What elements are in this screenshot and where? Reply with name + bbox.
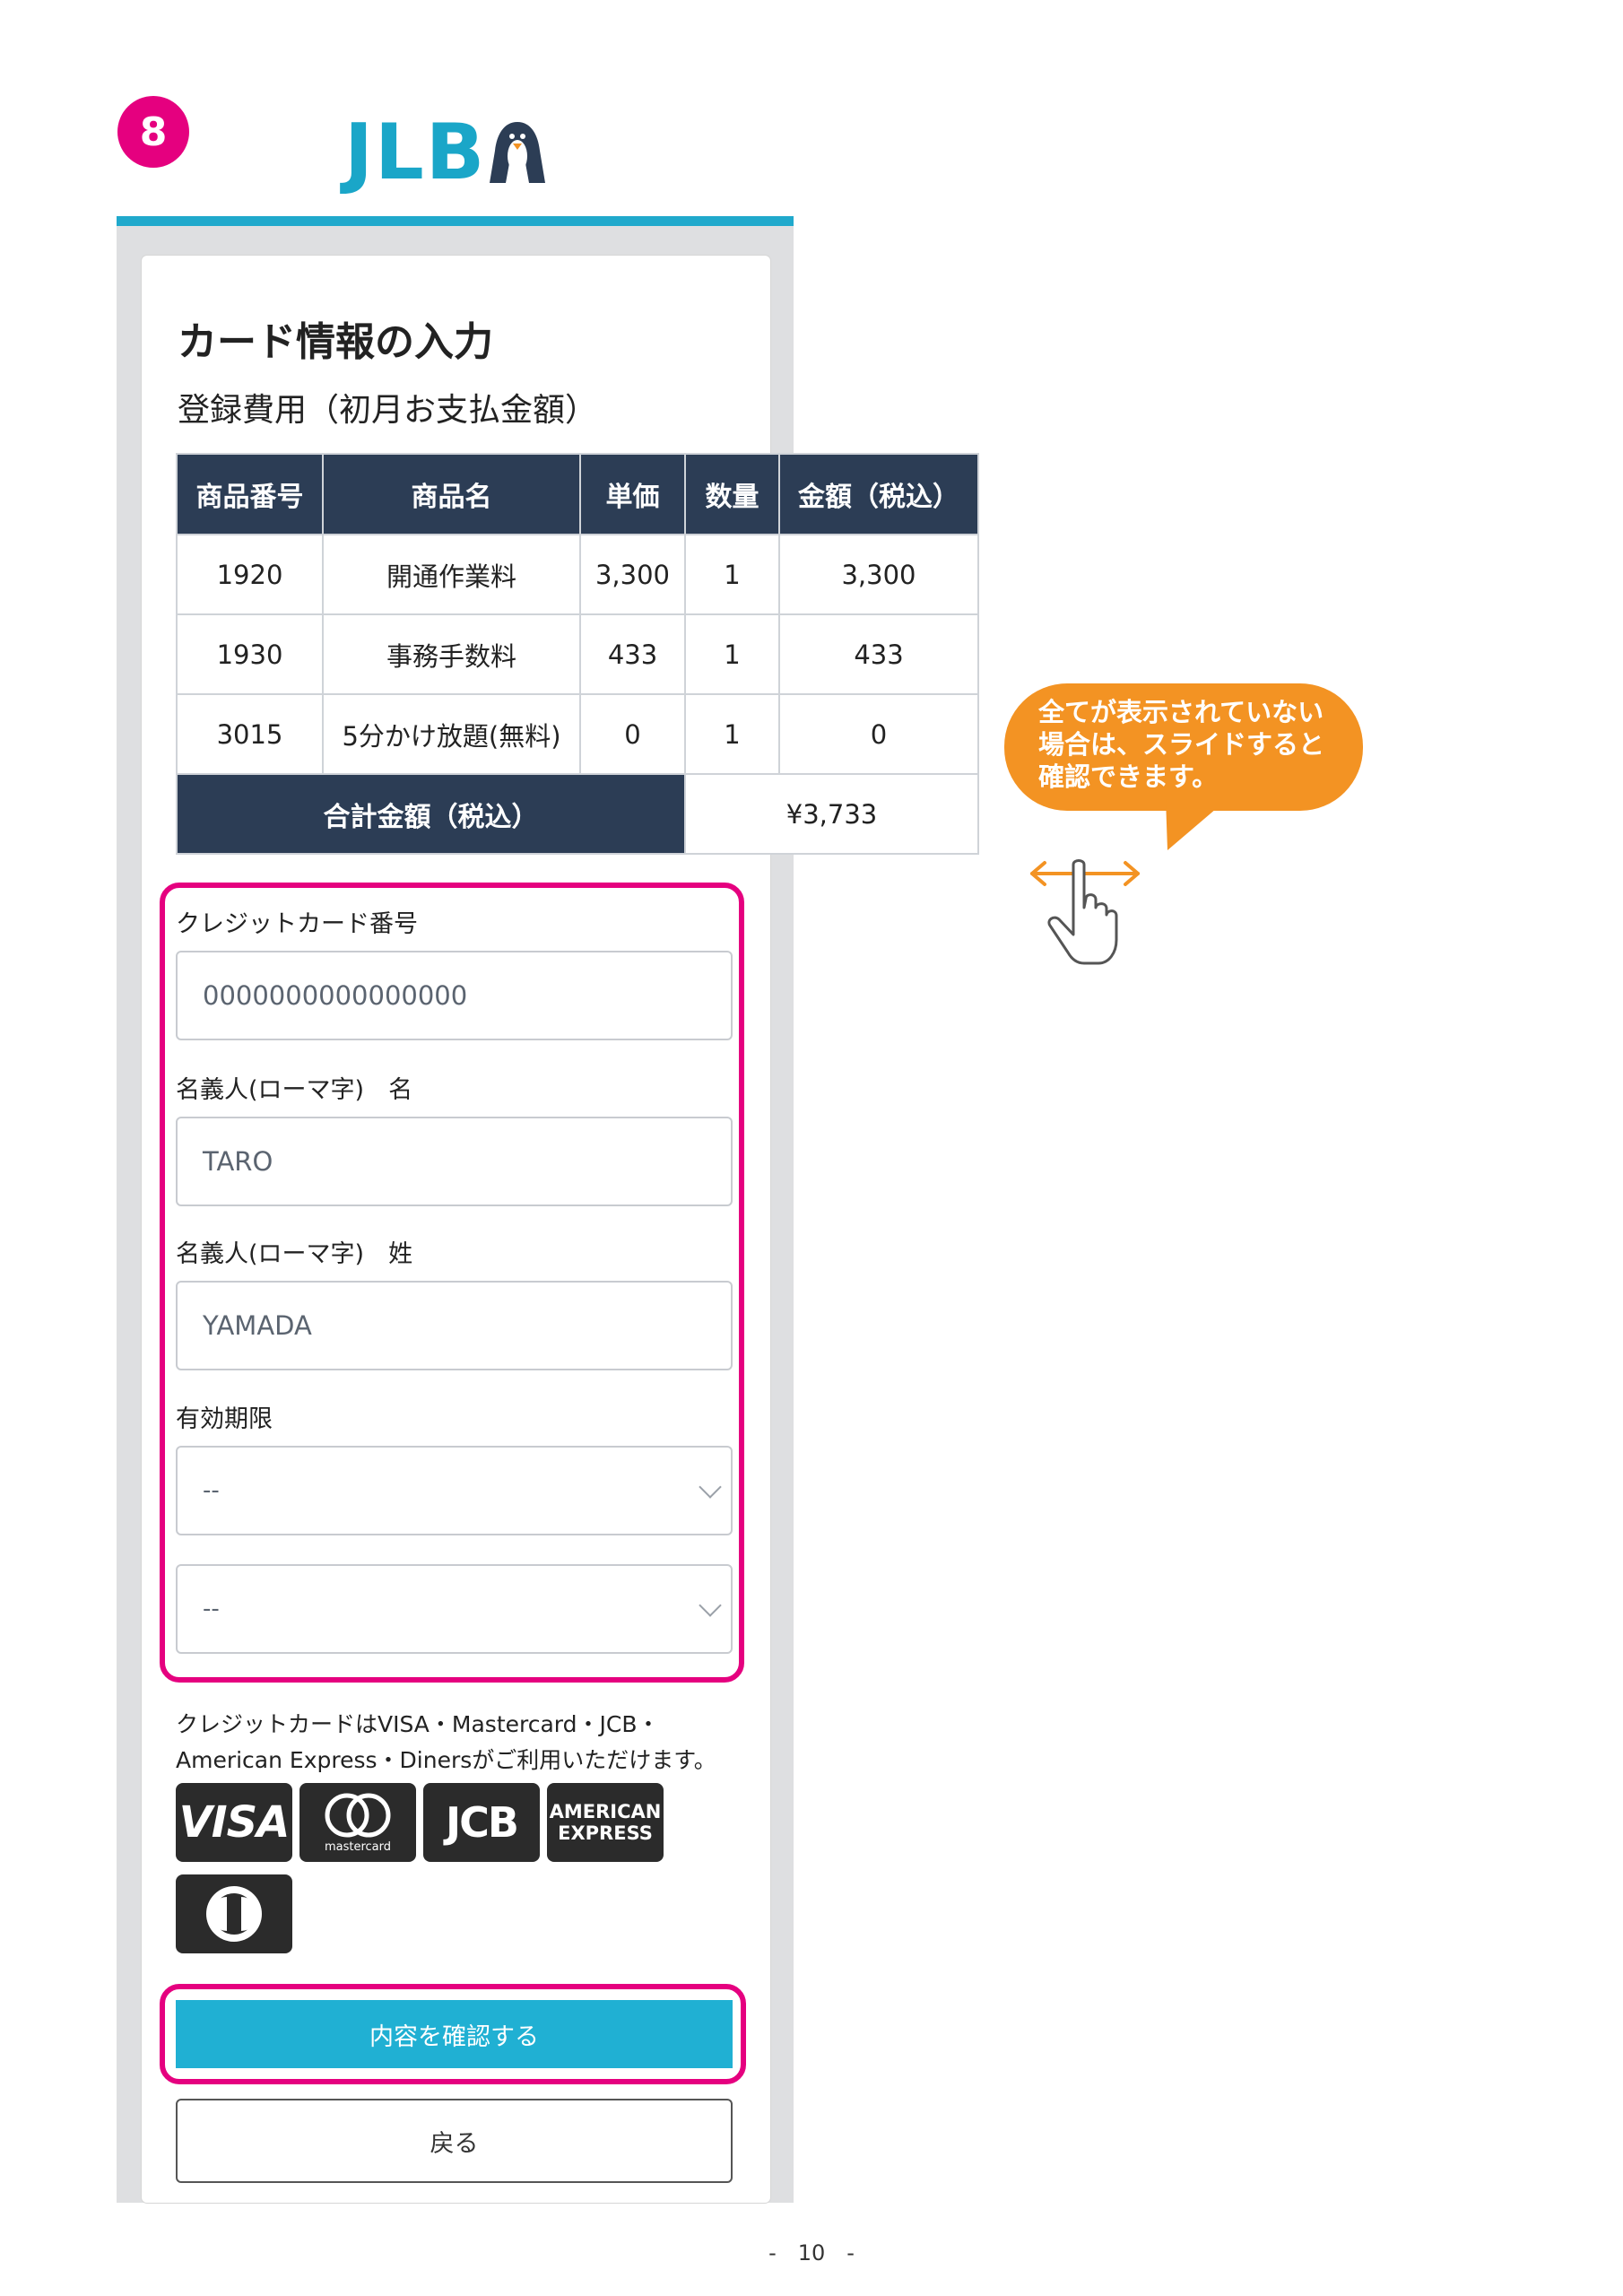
table-cell: 事務手数料 xyxy=(322,613,581,695)
first-name-label: 名義人(ローマ字) 名 xyxy=(176,1076,413,1104)
chevron-down-icon xyxy=(699,1475,722,1499)
step-number-badge: 8 xyxy=(117,96,189,168)
chevron-down-icon xyxy=(699,1594,722,1617)
swipe-hand-icon xyxy=(1030,859,1140,965)
table-cell: 1 xyxy=(684,693,780,775)
card-number-input[interactable]: 0000000000000000 xyxy=(176,951,733,1040)
expiry-month-value: -- xyxy=(203,1477,220,1504)
mastercard-circles-icon xyxy=(325,1793,391,1837)
table-header-row: 商品番号 商品名 単価 数量 金額（税込） xyxy=(176,453,979,535)
callout-line: 場合は、スライドすると xyxy=(1038,729,1325,760)
expiry-year-value: -- xyxy=(203,1596,220,1622)
table-cell: 433 xyxy=(778,613,979,695)
mastercard-wordmark: mastercard xyxy=(324,1839,392,1854)
table-cell: 3015 xyxy=(176,693,324,775)
confirm-button[interactable]: 内容を確認する xyxy=(176,2000,733,2068)
column-header: 数量 xyxy=(684,453,780,535)
callout-text: 全てが表示されていない 場合は、スライドすると 確認できます。 xyxy=(1038,696,1361,793)
card-number-label: クレジットカード番号 xyxy=(176,910,418,938)
amex-line: AMERICAN xyxy=(549,1801,662,1822)
table-cell: 1 xyxy=(684,534,780,615)
amex-line: EXPRESS xyxy=(558,1822,653,1844)
logo-text: JLB xyxy=(344,108,487,197)
table-cell: 3,300 xyxy=(778,534,979,615)
back-button[interactable]: 戻る xyxy=(176,2099,733,2183)
section-title: 登録費用（初月お支払金額） xyxy=(178,392,598,429)
page-title: カード情報の入力 xyxy=(178,319,493,365)
table-row: 3015 5分かけ放題(無料) 0 1 0 xyxy=(176,693,979,775)
jcb-logo: JCB xyxy=(423,1783,540,1862)
table-total-row: 合計金額（税込） ¥3,733 xyxy=(176,773,979,855)
fee-table[interactable]: 商品番号 商品名 単価 数量 金額（税込） 1920 開通作業料 3,300 1… xyxy=(176,453,979,855)
jlb-logo: JLB xyxy=(344,108,547,197)
callout-line: 確認できます。 xyxy=(1038,761,1219,792)
diners-logo xyxy=(176,1874,292,1953)
table-cell: 5分かけ放題(無料) xyxy=(322,693,581,775)
penguin-logo-icon xyxy=(490,122,546,183)
visa-logo: VISA xyxy=(176,1783,292,1862)
table-cell: 開通作業料 xyxy=(322,534,581,615)
accepted-cards-note: クレジットカードはVISA・Mastercard・JCB・ American E… xyxy=(176,1707,750,1779)
table-cell: 433 xyxy=(579,613,686,695)
column-header: 商品名 xyxy=(322,453,581,535)
expiry-month-select[interactable]: -- xyxy=(176,1446,733,1535)
table-cell: 1 xyxy=(684,613,780,695)
table-cell: 3,300 xyxy=(579,534,686,615)
table-cell: 1930 xyxy=(176,613,324,695)
expiry-year-select[interactable]: -- xyxy=(176,1564,733,1654)
table-cell: 0 xyxy=(579,693,686,775)
callout-line: 全てが表示されていない xyxy=(1038,697,1324,727)
total-label: 合計金額（税込） xyxy=(176,773,686,855)
callout-tail xyxy=(1166,798,1228,850)
column-header: 商品番号 xyxy=(176,453,324,535)
page-number: - 10 - xyxy=(768,2240,855,2266)
last-name-input[interactable]: YAMADA xyxy=(176,1281,733,1370)
note-line: クレジットカードはVISA・Mastercard・JCB・ xyxy=(176,1711,660,1737)
table-cell: 1920 xyxy=(176,534,324,615)
first-name-input[interactable]: TARO xyxy=(176,1117,733,1206)
frame-top-bar xyxy=(117,216,794,226)
diners-club-icon xyxy=(206,1886,262,1942)
amex-logo: AMERICAN EXPRESS xyxy=(547,1783,664,1862)
note-line: American Express・Dinersがご利用いただけます。 xyxy=(176,1747,716,1773)
table-row: 1920 開通作業料 3,300 1 3,300 xyxy=(176,534,979,615)
expiry-label: 有効期限 xyxy=(176,1405,273,1433)
last-name-label: 名義人(ローマ字) 姓 xyxy=(176,1240,413,1268)
mastercard-logo: mastercard xyxy=(299,1783,416,1862)
column-header: 金額（税込） xyxy=(778,453,979,535)
table-cell: 0 xyxy=(778,693,979,775)
table-row: 1930 事務手数料 433 1 433 xyxy=(176,613,979,695)
total-value: ¥3,733 xyxy=(684,773,979,855)
column-header: 単価 xyxy=(579,453,686,535)
